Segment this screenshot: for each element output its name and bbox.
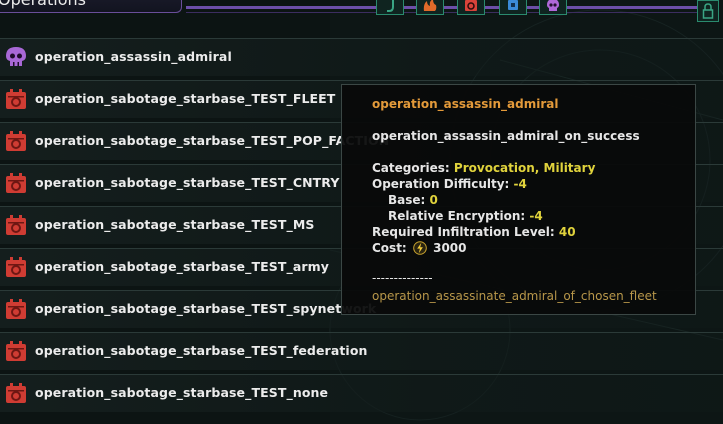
header-divider-thin <box>186 12 702 13</box>
operation-label: operation_sabotage_starbase_TEST_MS <box>35 217 315 232</box>
cost-value: 3000 <box>433 241 467 255</box>
sabotage-icon <box>6 257 26 277</box>
operation-row[interactable]: operation_sabotage_starbase_TEST_federat… <box>0 332 723 370</box>
filter-button-scroll[interactable] <box>376 0 404 15</box>
tooltip-infiltration: Required Infiltration Level: 40 <box>372 225 576 239</box>
energy-bolt-icon <box>413 241 427 255</box>
sabotage-icon <box>6 215 26 235</box>
skull-icon <box>547 0 559 11</box>
infiltration-value: 40 <box>558 225 576 239</box>
infiltration-label: Required Infiltration Level: <box>372 225 555 239</box>
header-divider <box>186 6 702 9</box>
operation-label: operation_sabotage_starbase_TEST_spynetw… <box>35 301 377 316</box>
operation-label: operation_sabotage_starbase_TEST_FLEET <box>35 91 336 106</box>
operation-label: operation_sabotage_starbase_TEST_CNTRY <box>35 175 340 190</box>
base-value: 0 <box>429 193 438 207</box>
lock-icon <box>702 3 714 19</box>
operation-label: operation_sabotage_starbase_TEST_none <box>35 385 329 400</box>
tooltip-difficulty: Operation Difficulty: -4 <box>372 177 527 191</box>
tooltip-base: Base: 0 <box>388 193 438 207</box>
sabotage-icon <box>6 383 26 403</box>
operation-label: operation_sabotage_starbase_TEST_POP_FAC… <box>35 133 390 148</box>
categories-label: Categories: <box>372 161 450 175</box>
categories-value: Provocation, Military <box>453 161 596 175</box>
difficulty-label: Operation Difficulty: <box>372 177 510 191</box>
page-title: Operations <box>0 0 86 9</box>
sabotage-icon <box>6 299 26 319</box>
filter-button-skull[interactable] <box>539 0 567 15</box>
operation-tooltip: operation_assassin_admiral operation_ass… <box>341 84 696 315</box>
sabotage-icon <box>6 341 26 361</box>
tooltip-categories: Categories: Provocation, Military <box>372 161 595 175</box>
filter-button-flame[interactable] <box>416 0 444 15</box>
tooltip-encryption: Relative Encryption: -4 <box>388 209 543 223</box>
side-panel-button[interactable] <box>697 0 719 22</box>
tooltip-title: operation_assassin_admiral <box>372 97 559 111</box>
operation-label: operation_sabotage_starbase_TEST_army <box>35 259 329 274</box>
sabotage-icon <box>465 0 477 11</box>
scroll-icon <box>387 0 394 12</box>
operation-label: operation_sabotage_starbase_TEST_federat… <box>35 343 368 358</box>
operation-label: operation_assassin_admiral <box>35 49 232 64</box>
tooltip-description: operation_assassin_admiral_on_success <box>372 129 640 143</box>
base-label: Base: <box>388 193 426 207</box>
operation-row[interactable]: operation_assassin_admiral <box>0 38 723 76</box>
filter-button-chip[interactable] <box>499 0 527 15</box>
sabotage-icon <box>6 131 26 151</box>
filter-button-sabotage[interactable] <box>457 0 485 15</box>
encryption-label: Relative Encryption: <box>388 209 526 223</box>
difficulty-value: -4 <box>513 177 527 191</box>
operations-header: Operations <box>0 0 723 36</box>
sabotage-icon <box>6 89 26 109</box>
operation-row[interactable]: operation_sabotage_starbase_TEST_none <box>0 374 723 412</box>
sabotage-icon <box>6 173 26 193</box>
encryption-value: -4 <box>529 209 543 223</box>
flame-icon <box>423 0 437 11</box>
tooltip-footer: operation_assassinate_admiral_of_chosen_… <box>372 289 657 303</box>
cost-label: Cost: <box>372 241 407 255</box>
tooltip-cost: Cost: 3000 <box>372 241 467 255</box>
skull-icon <box>6 47 26 66</box>
chip-icon <box>508 0 518 10</box>
tooltip-separator: -------------- <box>372 271 433 285</box>
